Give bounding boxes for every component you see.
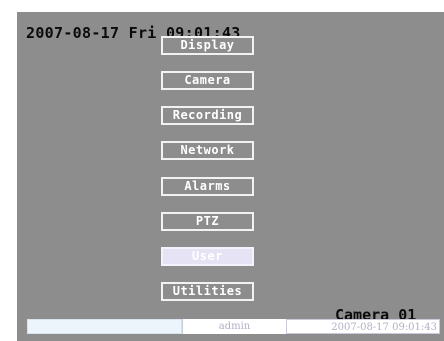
menu-recording-button[interactable]: Recording	[161, 106, 254, 125]
dvr-screen: 2007-08-17 Fri 09:01:43 Display Camera R…	[0, 0, 444, 341]
menu-alarms-button[interactable]: Alarms	[161, 177, 254, 196]
menu-ptz-button[interactable]: PTZ	[161, 212, 254, 231]
status-field-empty	[27, 319, 182, 334]
status-user: admin	[182, 319, 286, 334]
menu-user-button[interactable]: User	[161, 247, 254, 266]
status-time: 2007-08-17 09:01:43	[286, 319, 440, 334]
menu-network-button[interactable]: Network	[161, 141, 254, 160]
status-bar: admin 2007-08-17 09:01:43	[27, 319, 440, 334]
menu-utilities-button[interactable]: Utilities	[161, 282, 254, 301]
menu-display-button[interactable]: Display	[161, 36, 254, 55]
menu-camera-button[interactable]: Camera	[161, 71, 254, 90]
